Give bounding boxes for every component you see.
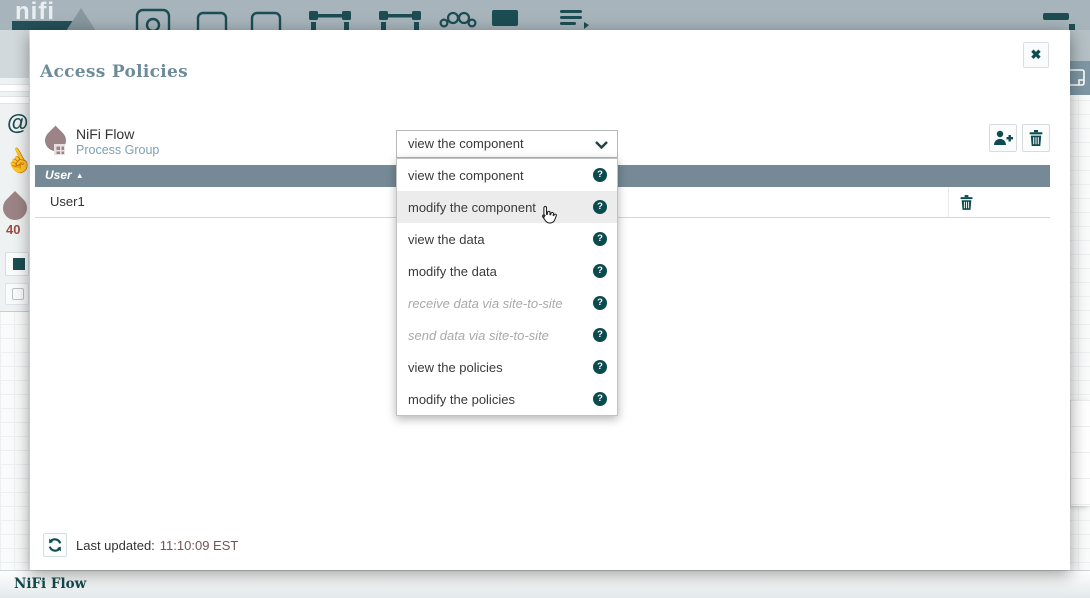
global-menu-icon[interactable] <box>1043 13 1069 20</box>
user-column-header[interactable]: User <box>45 168 72 182</box>
actions-bar-fragment <box>1070 61 1090 95</box>
copy-icon <box>12 288 24 300</box>
help-icon[interactable]: ? <box>593 392 607 406</box>
option-receive-data-via-site-to-site: receive data via site-to-site ? <box>397 287 617 319</box>
trash-icon <box>960 195 973 210</box>
background-fragment <box>0 30 29 78</box>
option-view-the-component[interactable]: view the component ? <box>397 159 617 191</box>
background-row-fragment <box>0 84 29 92</box>
input-port-icon[interactable] <box>196 11 228 30</box>
template-icon[interactable] <box>560 10 590 30</box>
option-view-the-policies[interactable]: view the policies ? <box>397 351 617 383</box>
refresh-button[interactable] <box>43 533 67 557</box>
background-panel-fragment <box>1070 400 1090 506</box>
help-icon[interactable]: ? <box>593 264 607 278</box>
dialog-title: Access Policies <box>40 62 188 82</box>
nifi-logo-text: nifi <box>15 0 55 26</box>
operate-button-fragment[interactable] <box>5 252 29 276</box>
help-icon[interactable]: ? <box>593 168 607 182</box>
option-modify-the-component[interactable]: modify the component ? <box>397 191 617 223</box>
help-icon[interactable]: ? <box>593 200 607 214</box>
option-modify-the-policies[interactable]: modify the policies ? <box>397 383 617 415</box>
add-user-button[interactable] <box>989 124 1017 152</box>
nifi-logo-drop-icon <box>66 8 96 30</box>
trash-icon <box>1029 130 1043 146</box>
option-view-the-data[interactable]: view the data ? <box>397 223 617 255</box>
option-send-data-via-site-to-site: send data via site-to-site ? <box>397 319 617 351</box>
operate-button-fragment[interactable] <box>5 283 29 305</box>
delete-policy-button[interactable] <box>1022 124 1050 152</box>
funnel-icon[interactable] <box>438 10 478 30</box>
chevron-down-icon <box>595 141 608 149</box>
remove-user-button[interactable] <box>960 195 974 210</box>
policy-dropdown-list: view the component ? modify the componen… <box>396 158 618 416</box>
output-port-icon[interactable] <box>250 11 282 30</box>
remote-process-group-icon[interactable] <box>378 8 422 30</box>
at-icon: @ <box>7 110 28 136</box>
processor-icon[interactable] <box>135 8 171 30</box>
user-cell: User1 <box>50 187 85 217</box>
background-row-fragment <box>0 96 29 104</box>
status-bar-fragment <box>1070 30 1090 61</box>
label-icon[interactable] <box>492 10 518 30</box>
close-icon[interactable]: ✖ <box>1023 42 1049 68</box>
help-icon[interactable]: ? <box>593 328 607 342</box>
breadcrumb-bar: NiFi Flow <box>0 570 1090 598</box>
refresh-icon <box>47 537 63 553</box>
help-icon[interactable]: ? <box>593 232 607 246</box>
breadcrumb-nifi-flow[interactable]: NiFi Flow <box>14 576 86 592</box>
last-updated-label: Last updated: <box>76 538 155 553</box>
policy-select[interactable]: view the component <box>396 130 618 158</box>
help-icon[interactable]: ? <box>593 296 607 310</box>
add-user-icon <box>993 130 1013 146</box>
component-type-label: Process Group <box>76 143 159 157</box>
policy-select-value: view the component <box>408 131 524 157</box>
cell-divider <box>948 187 949 217</box>
process-group-grid-icon <box>54 144 65 155</box>
help-icon[interactable]: ? <box>593 360 607 374</box>
top-toolbar: nifi <box>0 0 1090 30</box>
option-modify-the-data[interactable]: modify the data ? <box>397 255 617 287</box>
last-updated-value: 11:10:09 EST <box>160 538 239 553</box>
dialog-footer: Last updated: 11:10:09 EST <box>43 533 238 557</box>
operate-stat-value: 40 <box>6 222 20 237</box>
sort-ascending-icon: ▲ <box>76 171 84 180</box>
mouse-cursor-icon <box>536 204 557 234</box>
gear-icon <box>13 258 25 270</box>
process-group-icon[interactable] <box>308 8 352 30</box>
component-name: NiFi Flow <box>76 126 134 142</box>
